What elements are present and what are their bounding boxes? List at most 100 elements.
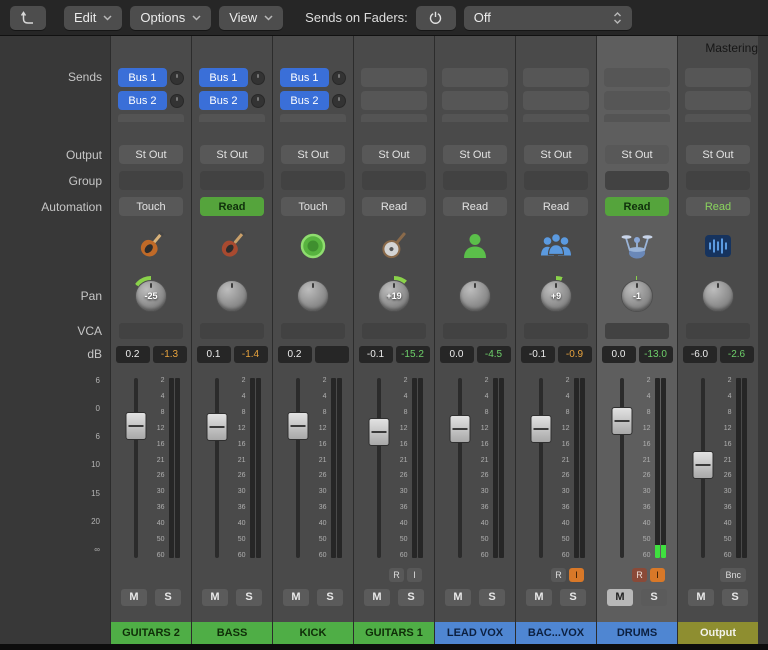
channel-name[interactable]: DRUMS: [597, 622, 677, 644]
mute-button[interactable]: M: [445, 588, 471, 606]
send-slot[interactable]: Bus 1: [118, 68, 167, 87]
empty-send-slot[interactable]: [361, 68, 427, 87]
solo-button[interactable]: S: [317, 588, 343, 606]
mute-button[interactable]: M: [688, 588, 714, 606]
mute-button[interactable]: M: [526, 588, 552, 606]
send-level-knob[interactable]: [332, 93, 346, 108]
channel-name[interactable]: LEAD VOX: [435, 622, 515, 644]
send-level-knob[interactable]: [251, 70, 265, 85]
peak-db-value[interactable]: -1.4: [233, 345, 268, 363]
send-slot[interactable]: Bus 1: [199, 68, 248, 87]
pan-knob[interactable]: -1: [617, 272, 657, 320]
output-button[interactable]: St Out: [119, 145, 183, 164]
volume-fader[interactable]: [690, 376, 716, 560]
solo-button[interactable]: S: [641, 588, 667, 606]
back-button[interactable]: [10, 5, 46, 30]
output-button[interactable]: St Out: [200, 145, 264, 164]
solo-button[interactable]: S: [236, 588, 262, 606]
record-enable-button[interactable]: R: [389, 568, 404, 582]
mute-button[interactable]: M: [364, 588, 390, 606]
solo-button[interactable]: S: [560, 588, 586, 606]
options-menu-button[interactable]: Options: [130, 5, 212, 30]
channel-name[interactable]: GUITARS 2: [111, 622, 191, 644]
pan-knob[interactable]: [698, 272, 738, 320]
output-button[interactable]: St Out: [362, 145, 426, 164]
solo-button[interactable]: S: [722, 588, 748, 606]
solo-button[interactable]: S: [479, 588, 505, 606]
group-slot[interactable]: [281, 171, 345, 190]
drum-kit-icon[interactable]: [619, 220, 655, 272]
vca-slot[interactable]: [686, 323, 750, 339]
fader-cap[interactable]: [368, 418, 389, 446]
electric-guitar-icon[interactable]: [133, 220, 169, 272]
volume-fader[interactable]: [609, 376, 635, 560]
fader-db-value[interactable]: 0.2: [115, 345, 150, 363]
volume-fader[interactable]: [123, 376, 149, 560]
edit-menu-button[interactable]: Edit: [64, 5, 123, 30]
fader-db-value[interactable]: 0.1: [196, 345, 231, 363]
pan-knob[interactable]: +19: [374, 272, 414, 320]
peak-db-value[interactable]: -2.6: [719, 345, 754, 363]
pan-knob[interactable]: [293, 272, 333, 320]
channel-name[interactable]: GUITARS 1: [354, 622, 434, 644]
empty-send-slot[interactable]: [361, 91, 427, 110]
fader-cap[interactable]: [287, 412, 308, 440]
empty-send-slot[interactable]: [685, 91, 751, 110]
input-monitor-button[interactable]: I: [569, 568, 584, 582]
fader-db-value[interactable]: 0.2: [277, 345, 312, 363]
mute-button[interactable]: M: [121, 588, 147, 606]
empty-send-slot[interactable]: [685, 68, 751, 87]
output-button[interactable]: St Out: [686, 145, 750, 164]
bass-guitar-icon[interactable]: [214, 220, 250, 272]
volume-fader[interactable]: [285, 376, 311, 560]
vca-slot[interactable]: [200, 323, 264, 339]
channel-name[interactable]: BAC...VOX: [516, 622, 596, 644]
input-monitor-button[interactable]: I: [650, 568, 665, 582]
vca-slot[interactable]: [524, 323, 588, 339]
sends-on-faders-select[interactable]: Off: [463, 5, 632, 30]
fader-cap[interactable]: [449, 415, 470, 443]
solo-button[interactable]: S: [155, 588, 181, 606]
empty-send-slot[interactable]: [442, 91, 508, 110]
fader-cap[interactable]: [125, 412, 146, 440]
fader-db-value[interactable]: 0.0: [439, 345, 474, 363]
automation-button[interactable]: Read: [524, 197, 588, 216]
fader-cap[interactable]: [611, 407, 632, 435]
fader-cap[interactable]: [530, 415, 551, 443]
group-slot[interactable]: [524, 171, 588, 190]
empty-send-slot[interactable]: [442, 68, 508, 87]
fader-db-value[interactable]: 0.0: [601, 345, 636, 363]
group-slot[interactable]: [686, 171, 750, 190]
channel-name[interactable]: BASS: [192, 622, 272, 644]
automation-button[interactable]: Touch: [281, 197, 345, 216]
group-slot[interactable]: [200, 171, 264, 190]
send-level-knob[interactable]: [332, 70, 346, 85]
solo-button[interactable]: S: [398, 588, 424, 606]
pan-knob[interactable]: -25: [131, 272, 171, 320]
vca-slot[interactable]: [362, 323, 426, 339]
channel-name[interactable]: KICK: [273, 622, 353, 644]
fader-cap[interactable]: [692, 451, 713, 479]
fader-db-value[interactable]: -0.1: [520, 345, 555, 363]
volume-fader[interactable]: [447, 376, 473, 560]
vca-slot[interactable]: [605, 323, 669, 339]
peak-db-value[interactable]: -0.9: [557, 345, 592, 363]
empty-send-slot[interactable]: [604, 68, 670, 87]
automation-button[interactable]: Read: [362, 197, 426, 216]
group-slot[interactable]: [119, 171, 183, 190]
volume-fader[interactable]: [528, 376, 554, 560]
mute-button[interactable]: M: [283, 588, 309, 606]
channel-name[interactable]: Output: [678, 622, 758, 644]
send-level-knob[interactable]: [170, 70, 184, 85]
pan-knob[interactable]: [455, 272, 495, 320]
empty-send-slot[interactable]: [604, 91, 670, 110]
output-button[interactable]: St Out: [443, 145, 507, 164]
view-menu-button[interactable]: View: [219, 5, 284, 30]
record-enable-button[interactable]: R: [551, 568, 566, 582]
group-slot[interactable]: [605, 171, 669, 190]
send-slot[interactable]: Bus 2: [118, 91, 167, 110]
automation-button[interactable]: Touch: [119, 197, 183, 216]
fader-db-value[interactable]: -6.0: [682, 345, 717, 363]
peak-db-value[interactable]: [314, 345, 349, 363]
pan-knob[interactable]: +9: [536, 272, 576, 320]
